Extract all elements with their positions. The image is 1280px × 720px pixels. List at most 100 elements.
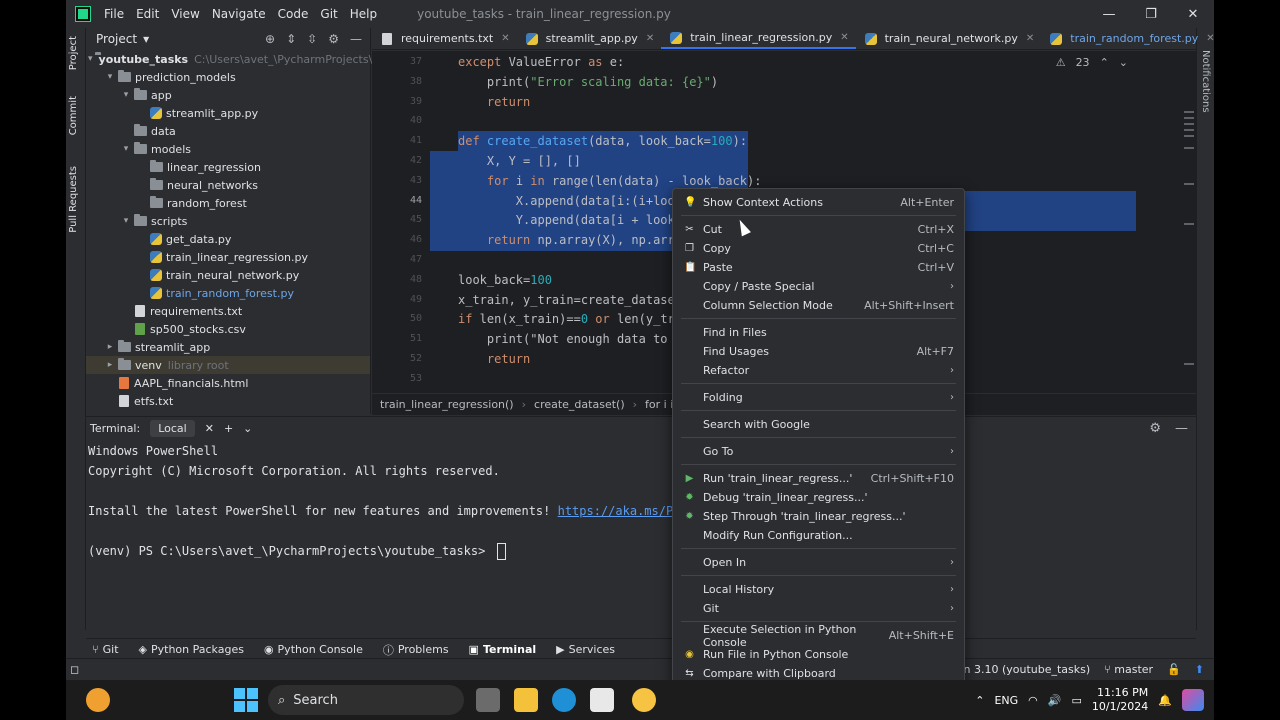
tree-item[interactable]: ▸ streamlit_app: [86, 338, 370, 356]
terminal-tab-local[interactable]: Local: [150, 419, 195, 437]
tree-item[interactable]: train_linear_regression.py: [86, 248, 370, 266]
locate-icon[interactable]: ⊕: [265, 32, 275, 46]
file-explorer-icon[interactable]: [514, 688, 538, 712]
tool-problems[interactable]: ⓘ Problems: [383, 642, 449, 658]
menu-file[interactable]: File: [104, 7, 124, 21]
tree-item[interactable]: ▾ models: [86, 140, 370, 158]
tree-item[interactable]: ▾ prediction_models: [86, 68, 370, 86]
tree-item[interactable]: neural_networks: [86, 176, 370, 194]
commit-tool-tab[interactable]: Commit: [68, 96, 79, 135]
context-menu-item[interactable]: ✹ Step Through 'train_linear_regress...': [673, 507, 964, 526]
terminal-prompt[interactable]: (venv) PS C:\Users\avet_\PycharmProjects…: [88, 541, 506, 561]
tab-train-neural-network[interactable]: train_neural_network.py ✕: [856, 28, 1042, 49]
close-icon[interactable]: ✕: [205, 422, 214, 435]
tree-item[interactable]: train_random_forest.py: [86, 284, 370, 302]
context-menu-item[interactable]: Search with Google: [673, 415, 964, 434]
expand-all-icon[interactable]: ⇕: [286, 32, 296, 46]
context-menu-item[interactable]: Folding ›: [673, 388, 964, 407]
close-icon[interactable]: ✕: [840, 32, 848, 43]
tool-python-packages[interactable]: ◈ Python Packages: [139, 643, 244, 656]
gear-icon[interactable]: ⚙: [328, 32, 339, 46]
minimize-button[interactable]: —: [1088, 0, 1130, 28]
weather-icon[interactable]: [86, 688, 110, 712]
lock-icon[interactable]: 🔓: [1167, 663, 1181, 676]
notification-bell-icon[interactable]: 🔔: [1158, 694, 1172, 707]
breadcrumb-item[interactable]: train_linear_regression(): [380, 398, 514, 411]
context-menu-item[interactable]: ❐ Copy Ctrl+C: [673, 239, 964, 258]
project-panel-title[interactable]: Project: [96, 32, 137, 46]
context-menu-item[interactable]: Find in Files: [673, 323, 964, 342]
gear-icon[interactable]: ⚙: [1149, 421, 1161, 436]
tab-train-random-forest[interactable]: train_random_forest.py ✕: [1041, 28, 1214, 49]
collapse-all-icon[interactable]: ⇳: [307, 32, 317, 46]
chevron-up-icon[interactable]: ⌃: [1100, 56, 1109, 69]
tree-item[interactable]: get_data.py: [86, 230, 370, 248]
menu-help[interactable]: Help: [350, 7, 377, 21]
edge-icon[interactable]: [552, 688, 576, 712]
context-menu-item[interactable]: Modify Run Configuration...: [673, 526, 964, 545]
close-icon[interactable]: ✕: [1206, 33, 1214, 44]
context-menu-item[interactable]: Go To ›: [673, 442, 964, 461]
update-icon[interactable]: ⬆: [1195, 663, 1204, 676]
context-menu-item[interactable]: Find Usages Alt+F7: [673, 342, 964, 361]
tree-item[interactable]: requirements.txt: [86, 302, 370, 320]
tree-item[interactable]: ▾ app: [86, 86, 370, 104]
menu-git[interactable]: Git: [320, 7, 337, 21]
breadcrumb-item[interactable]: create_dataset(): [534, 398, 625, 411]
wifi-icon[interactable]: ◠: [1028, 694, 1038, 707]
menu-view[interactable]: View: [171, 7, 199, 21]
tree-item[interactable]: data: [86, 122, 370, 140]
hide-icon[interactable]: —: [1175, 421, 1188, 436]
powershell-link[interactable]: https://aka.ms/PS: [558, 504, 681, 518]
chevron-down-icon[interactable]: ▾: [143, 32, 149, 46]
inspection-widget[interactable]: ⚠ 23 ⌃ ⌄: [1056, 56, 1128, 69]
tree-item-root[interactable]: ▾ youtube_tasks C:\Users\avet_\PycharmProj…: [86, 50, 386, 68]
tree-item[interactable]: linear_regression: [86, 158, 370, 176]
pull-requests-tool-tab[interactable]: Pull Requests: [68, 166, 79, 233]
menu-code[interactable]: Code: [278, 7, 309, 21]
context-menu-item[interactable]: Copy / Paste Special ›: [673, 277, 964, 296]
chrome-icon[interactable]: [632, 688, 656, 712]
error-stripe[interactable]: [1182, 51, 1196, 393]
language-indicator[interactable]: ENG: [994, 694, 1018, 707]
menu-navigate[interactable]: Navigate: [212, 7, 266, 21]
copilot-icon[interactable]: [1182, 689, 1204, 711]
close-icon[interactable]: ✕: [501, 33, 509, 44]
menu-edit[interactable]: Edit: [136, 7, 159, 21]
tab-requirements[interactable]: requirements.txt ✕: [372, 28, 517, 49]
close-icon[interactable]: ✕: [1026, 33, 1034, 44]
tree-item[interactable]: AAPL_financials.html: [86, 374, 370, 392]
chevron-down-icon[interactable]: ⌄: [1119, 56, 1128, 69]
terminal-panel[interactable]: Terminal: Local ✕ + ⌄ ⚙ — Windows PowerSh…: [86, 416, 1196, 638]
volume-icon[interactable]: 🔊: [1048, 694, 1062, 707]
tool-python-console[interactable]: ◉ Python Console: [264, 643, 363, 656]
close-button[interactable]: ✕: [1172, 0, 1214, 28]
clock[interactable]: 11:16 PM 10/1/2024: [1092, 686, 1148, 714]
close-icon[interactable]: ✕: [646, 33, 654, 44]
taskbar-search[interactable]: ⌕ Search: [268, 685, 464, 715]
tool-services[interactable]: ▶ Services: [556, 643, 615, 656]
branch-selector[interactable]: ⑂ master: [1104, 663, 1153, 676]
tree-item[interactable]: ▸ venv library root: [86, 356, 370, 374]
context-menu-item[interactable]: Execute Selection in Python Console Alt+S…: [673, 623, 964, 649]
tab-streamlit-app[interactable]: streamlit_app.py ✕: [517, 28, 662, 49]
tree-item[interactable]: streamlit_app.py: [86, 104, 370, 122]
tree-item[interactable]: train_neural_network.py: [86, 266, 370, 284]
tree-item[interactable]: random_forest: [86, 194, 370, 212]
start-button[interactable]: [234, 688, 258, 712]
context-menu-item[interactable]: Refactor ›: [673, 361, 964, 380]
chevron-down-icon[interactable]: ⌄: [243, 422, 252, 435]
context-menu-item[interactable]: ✂ Cut Ctrl+X: [673, 220, 964, 239]
tree-item[interactable]: etfs.txt: [86, 392, 370, 410]
context-menu-item[interactable]: ◉ Run File in Python Console: [673, 645, 964, 664]
notifications-tool-tab[interactable]: Notifications: [1200, 50, 1211, 113]
add-icon[interactable]: +: [224, 422, 233, 435]
tree-item[interactable]: sp500_stocks.csv: [86, 320, 370, 338]
tab-train-linear-regression[interactable]: train_linear_regression.py ✕: [661, 28, 856, 49]
tool-git[interactable]: ⑂ Git: [92, 643, 119, 656]
chevron-up-icon[interactable]: ⌃: [975, 694, 984, 707]
context-menu-item[interactable]: 💡 Show Context Actions Alt+Enter: [673, 193, 964, 212]
panel-toggle-icon[interactable]: ◻: [70, 663, 79, 676]
context-menu-item[interactable]: Local History ›: [673, 580, 964, 599]
hide-icon[interactable]: —: [350, 32, 362, 46]
